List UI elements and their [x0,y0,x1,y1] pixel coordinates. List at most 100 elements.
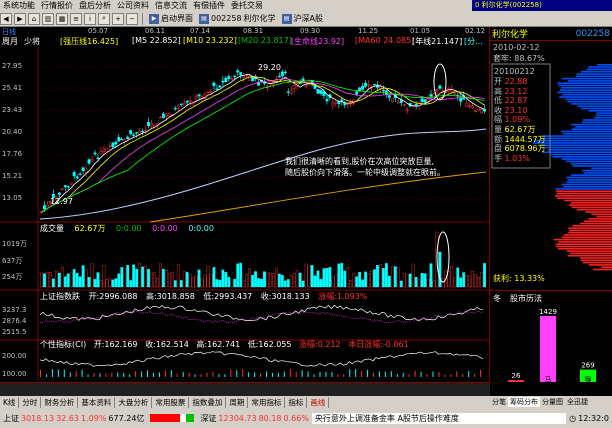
ci-bar [390,371,392,377]
chip-bar [541,137,612,140]
menu-system[interactable]: 系统功能 [0,0,38,11]
volume-bar [408,273,412,288]
index-button[interactable]: ▤ 沪深A股 [280,13,325,24]
candle-body [111,142,115,147]
grid-icon[interactable]: ▦ [56,12,68,25]
stock-code-button[interactable]: ▤ 002258 利尔化学 [197,13,278,24]
ci-open: 开:162.169 [93,340,138,349]
zoom-out-icon[interactable]: − [126,12,138,25]
ci-bar [450,374,452,377]
stat-value: 22.88 [502,77,528,86]
start-screen-button[interactable]: ▶ 启动界面 [147,13,195,24]
price-tick: 25.41 [2,84,23,92]
tab-finance[interactable]: 财务分析 [41,396,79,408]
chip-bar [559,89,612,91]
menu-company[interactable]: 公司资料 [114,0,152,11]
sh-value: 3018.13 [21,413,55,423]
news-ticker[interactable]: 央行意外上调准备金率 A股节后操作难度 [311,412,567,424]
volume-tick: 254万 [2,273,23,281]
volume-bar [147,269,150,288]
sz-index[interactable]: 深证 12304.73 80.18 0.66% [197,413,312,424]
legend-strong-pressure: [强压线16.425] [60,37,119,46]
volume-bar [117,273,121,288]
forward-icon[interactable]: ▶ [14,12,26,25]
ci-bar [277,372,279,377]
candle-body [239,72,243,76]
volume-bar [173,280,177,288]
fq-label[interactable]: 少将 [24,36,40,47]
cycle-label[interactable]: 周月 [2,36,18,47]
ci-bar [105,373,107,377]
tab-indicators[interactable]: 指标 [285,396,308,408]
candle-body [158,117,162,119]
date-axis: 日线 05.07 06.11 07.14 08.31 09.30 11.25 0… [0,27,490,36]
volume-bar [212,267,216,288]
chip-bar [579,222,612,225]
volume-bar [477,276,480,288]
menu-analysis[interactable]: 盘后分析 [76,0,114,11]
volume-bar [420,273,424,288]
chip-bar [555,188,612,190]
candle-body [405,109,409,111]
ci-bar [343,374,345,377]
chart-icon[interactable]: ▥ [42,12,54,25]
chip-bar [566,181,612,183]
sh-index[interactable]: 上证 3018.13 32.63 1.09% 677.24亿 [0,413,147,424]
volume-bar [159,263,162,288]
kline-chart[interactable] [0,47,490,382]
volume-bar [78,276,82,288]
tab-basics[interactable]: 基本资料 [78,396,116,408]
tab-overlay[interactable]: 指数叠加 [189,396,227,408]
list-icon[interactable]: ≡ [70,12,82,25]
history-chart: 26午1429马269猴 [508,308,596,384]
chip-bar [601,266,612,268]
ci-bar [158,372,160,377]
tab-intraday[interactable]: 分时 [19,396,42,408]
tab-ticks[interactable]: 分笔 [490,397,508,407]
chip-bar [540,144,612,147]
search-icon[interactable]: ⌕ [98,12,110,25]
zoom-in-icon[interactable]: + [112,12,124,25]
volume-bar [263,271,266,288]
candle-body [438,85,442,89]
tab-favorites[interactable]: 常用股票 [152,396,190,408]
index-high: 高:3018.858 [145,292,195,301]
info-icon[interactable]: i [84,12,96,25]
ma10-line [41,76,485,213]
tab-volume-chart[interactable]: 分量图 [540,397,565,407]
back-icon[interactable]: ◀ [0,12,12,25]
index-icon: ▤ [281,13,292,24]
volume-bar [364,271,367,288]
candle-body [69,182,73,185]
menu-trade[interactable]: 委托交易 [228,0,266,11]
menu-bar: 系统功能 行情报价 盘后分析 公司资料 信息交流 有偿插件 委托交易 0 利尔化… [0,0,612,11]
volume-bar [382,268,385,288]
home-icon[interactable]: ⌂ [28,12,40,25]
ci-bar [254,372,256,377]
chart-scrollbar[interactable] [0,382,490,396]
menu-quotes[interactable]: 行情报价 [38,0,76,11]
volume-bar [340,263,344,288]
tab-kline[interactable]: K线 [0,396,20,408]
tab-period[interactable]: 周期 [226,396,249,408]
volume-bar [49,272,52,288]
tab-market[interactable]: 大盘分析 [115,396,153,408]
tab-common-indicators[interactable]: 常用指标 [248,396,286,408]
volume-bar [164,270,168,288]
tab-chips[interactable]: 筹码分布 [508,397,540,407]
chip-bar [542,151,612,153]
volume-bar [182,271,186,288]
ci-bar [40,369,41,377]
tab-fast[interactable]: 全迅捷 [565,397,590,407]
candle-body [126,136,130,140]
menu-info[interactable]: 信息交流 [152,0,190,11]
volume-bar [289,275,293,288]
tab-draw[interactable]: 画线 [307,396,330,408]
ci-bar [194,374,196,377]
volume-bar [81,265,85,288]
chip-bar [586,68,612,71]
chip-bar [596,215,612,218]
menu-plugins[interactable]: 有偿插件 [190,0,228,11]
chip-bar [561,77,612,80]
candle-body [120,138,124,141]
